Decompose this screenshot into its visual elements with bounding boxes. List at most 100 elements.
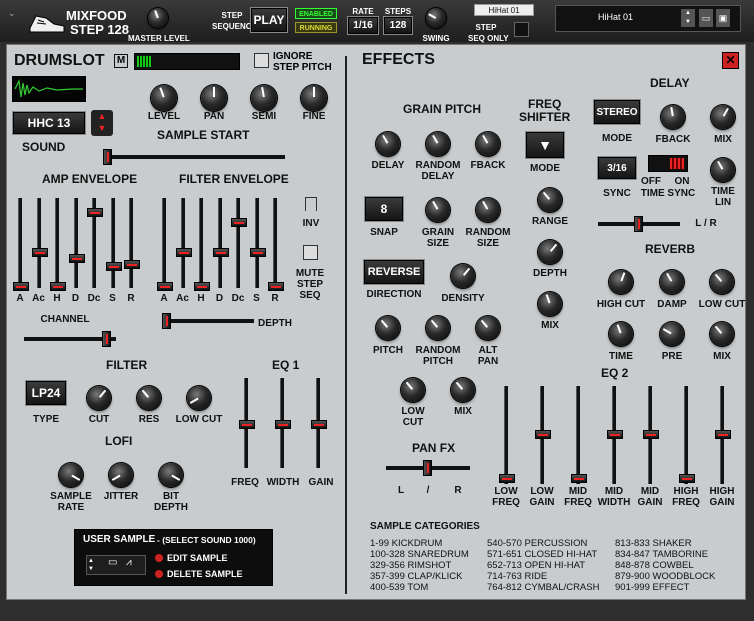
fx-low-cut-knob[interactable] (401, 378, 425, 402)
channel-slider[interactable] (24, 331, 116, 347)
direction-label: DIRECTION (366, 289, 422, 300)
grain-size-knob[interactable] (426, 198, 450, 222)
filter-env-slider-ac[interactable] (175, 198, 192, 288)
edit-sample-label[interactable]: EDIT SAMPLE (167, 553, 228, 563)
pan-fx-slider[interactable] (386, 460, 470, 476)
step-seq-only-checkbox[interactable] (514, 22, 529, 37)
amp-env-slider-a[interactable] (13, 198, 29, 291)
eq1-slider-2[interactable] (275, 378, 291, 468)
swing-knob[interactable] (426, 8, 446, 28)
fx-mix-knob[interactable] (451, 378, 475, 402)
sample-folder-icon[interactable]: ▭ (108, 557, 117, 568)
pan-knob[interactable] (201, 85, 227, 111)
eq2-slider-3[interactable] (571, 386, 587, 484)
grain-size-label: GRAIN SIZE (421, 227, 455, 249)
reverb-mix-knob[interactable] (710, 322, 734, 346)
alt-pan-knob[interactable] (476, 316, 500, 340)
res-knob[interactable] (137, 386, 161, 410)
mute-step-seq-checkbox[interactable] (303, 245, 318, 260)
time-sync-toggle[interactable] (648, 155, 688, 172)
amp-env-slider-s[interactable] (105, 198, 122, 288)
amp-env-slider-r[interactable] (124, 198, 140, 288)
amp-env-slider-ac[interactable] (31, 198, 48, 288)
random-delay-knob[interactable] (426, 132, 450, 156)
freq-shifter-label: FREQ SHIFTER (519, 97, 571, 124)
sample-start-slider[interactable] (103, 149, 285, 165)
bit-depth-knob[interactable] (159, 463, 183, 487)
amp-env-slider-h[interactable] (50, 198, 66, 291)
folder-icon[interactable]: ▭ (699, 9, 713, 27)
eq1-slider-1[interactable] (239, 378, 255, 468)
menu-arrow-icon[interactable]: ⌄ (8, 8, 16, 19)
filter-env-slider-dc[interactable] (231, 198, 247, 288)
m-button[interactable]: M (114, 54, 128, 68)
low-cut-knob[interactable] (187, 386, 211, 410)
eq2-slider-2[interactable] (535, 386, 551, 484)
random-pitch-knob[interactable] (426, 316, 450, 340)
pan-label: PAN (203, 111, 225, 122)
delay-knob[interactable] (376, 132, 400, 156)
pitch-knob[interactable] (376, 316, 400, 340)
filter-env-slider-h[interactable] (194, 198, 210, 291)
rate-value[interactable]: 1/16 (348, 17, 378, 34)
fs-depth-knob[interactable] (538, 240, 562, 264)
delay-fback-knob[interactable] (661, 105, 685, 129)
range-knob[interactable] (538, 188, 562, 212)
steps-value[interactable]: 128 (384, 17, 412, 34)
pre-knob[interactable] (660, 322, 684, 346)
filter-env-slider-r[interactable] (268, 198, 284, 291)
cut-knob[interactable] (87, 386, 111, 410)
fback-knob[interactable] (476, 132, 500, 156)
time-knob[interactable] (609, 322, 633, 346)
delay-lr-slider[interactable] (598, 216, 680, 232)
fine-knob[interactable] (301, 85, 327, 111)
eq2-slider-1[interactable] (499, 386, 515, 484)
delete-sample-dot-icon[interactable] (155, 570, 163, 578)
play-button[interactable]: PLAY (251, 8, 287, 32)
level-knob[interactable] (151, 85, 177, 111)
sample-stepper-icon[interactable]: ▲ ▼ (88, 557, 94, 573)
sample-waveform-icon[interactable]: ⩘ (126, 557, 132, 568)
close-icon[interactable]: ✕ (722, 52, 739, 69)
filter-env-slider-a[interactable] (157, 198, 173, 291)
snap-selector[interactable]: 8 (365, 197, 403, 221)
eq2-slider-7[interactable] (715, 386, 731, 484)
inv-checkbox[interactable] (305, 197, 317, 211)
stereo-button[interactable]: STEREO (594, 100, 640, 124)
delete-sample-label[interactable]: DELETE SAMPLE (167, 569, 243, 579)
fs-mix-knob[interactable] (538, 292, 562, 316)
ignore-step-pitch-checkbox[interactable] (254, 53, 269, 68)
random-size-knob[interactable] (476, 198, 500, 222)
sync-selector[interactable]: 3/16 (598, 157, 636, 179)
eq1-slider-3[interactable] (311, 378, 327, 468)
preset-name[interactable]: HiHat 01 (598, 12, 633, 22)
reverb-low-cut-knob[interactable] (710, 270, 734, 294)
snap-label: SNAP (370, 227, 398, 238)
delay-mix-knob[interactable] (711, 105, 735, 129)
sample-rate-knob[interactable] (59, 463, 83, 487)
filter-env-slider-s[interactable] (249, 198, 266, 288)
semi-knob[interactable] (251, 85, 277, 111)
depth-slider[interactable] (162, 313, 254, 329)
filter-type-button[interactable]: LP24 (26, 381, 66, 405)
time-lin-knob[interactable] (711, 158, 735, 182)
eq2-slider-4[interactable] (607, 386, 623, 484)
preset-up-down-icon[interactable]: ▲ ▼ (681, 9, 695, 27)
reverse-button[interactable]: REVERSE (364, 260, 424, 284)
save-icon[interactable]: ▣ (716, 9, 730, 27)
freq-shifter-mode-button[interactable]: ▼ (526, 132, 564, 158)
eq2-slider-5[interactable] (643, 386, 659, 484)
filter-env-slider-d[interactable] (212, 198, 229, 288)
master-level-knob[interactable] (148, 8, 168, 28)
jitter-knob[interactable] (109, 463, 133, 487)
amp-env-label-a: A (16, 293, 24, 304)
high-cut-knob[interactable] (609, 270, 633, 294)
amp-env-slider-d[interactable] (68, 198, 85, 288)
eq2-slider-6[interactable] (679, 386, 695, 484)
amp-env-slider-dc[interactable] (87, 198, 103, 288)
edit-sample-dot-icon[interactable] (155, 554, 163, 562)
damp-knob[interactable] (660, 270, 684, 294)
sound-selector[interactable]: HHC 13 (13, 112, 85, 134)
sound-stepper-icon[interactable]: ▲ ▼ (91, 110, 113, 136)
density-knob[interactable] (451, 264, 475, 288)
